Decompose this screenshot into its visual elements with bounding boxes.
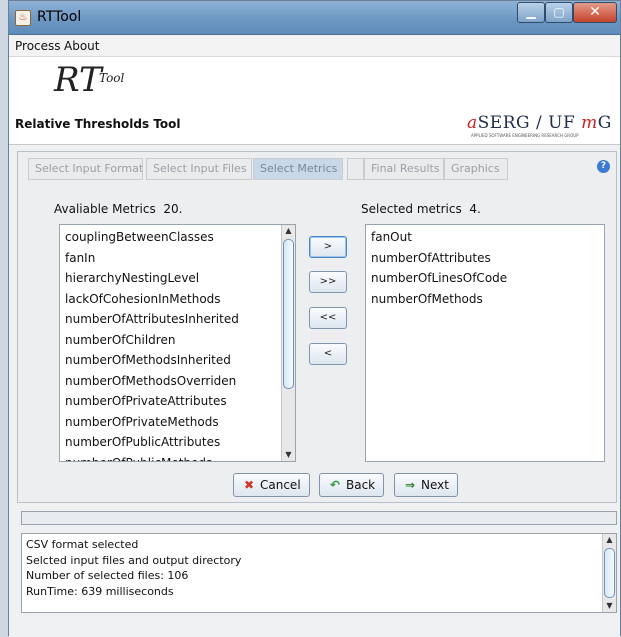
tab-blank[interactable]	[347, 158, 364, 180]
menu-process[interactable]: Process	[15, 39, 61, 53]
rttool-logo: RT	[54, 60, 102, 100]
list-item[interactable]: numberOfPrivateAttributes	[60, 391, 281, 412]
cancel-label: Cancel	[260, 478, 301, 492]
available-metrics-label: Avaliable Metrics 20.	[54, 202, 182, 216]
available-scrollbar[interactable]: ▲ ▼	[281, 225, 295, 461]
tab-final-results[interactable]: Final Results	[364, 158, 444, 180]
cancel-button[interactable]: ✖ Cancel	[233, 473, 310, 497]
next-button[interactable]: ⇒ Next	[394, 473, 458, 497]
scroll-down-arrow-icon[interactable]: ▼	[603, 600, 616, 612]
scroll-thumb[interactable]	[283, 239, 294, 389]
scroll-up-arrow-icon[interactable]: ▲	[603, 534, 616, 546]
tab-select-input-format[interactable]: Select Input Format	[28, 158, 143, 180]
help-icon[interactable]: ?	[597, 160, 610, 173]
wizard-panel: Select Input Format Select Input Files S…	[17, 151, 617, 503]
list-item[interactable]: numberOfMethodsOverriden	[60, 371, 281, 392]
list-item[interactable]: fanOut	[366, 227, 604, 248]
scroll-down-arrow-icon[interactable]: ▼	[282, 449, 295, 461]
list-item[interactable]: lackOfCohesionInMethods	[60, 289, 281, 310]
list-item[interactable]: numberOfAttributes	[366, 248, 604, 269]
next-label: Next	[421, 478, 449, 492]
rttool-logo-sub: Tool	[99, 71, 125, 85]
remove-metric-button[interactable]: <	[309, 343, 347, 365]
aserg-m: m	[581, 113, 598, 133]
selected-metrics-label: Selected metrics 4.	[361, 202, 481, 216]
available-count: 20.	[163, 202, 183, 216]
menu-about[interactable]: About	[64, 39, 99, 53]
selected-count: 4.	[469, 202, 481, 216]
list-item[interactable]: fanIn	[60, 248, 281, 269]
aserg-tagline: APPLIED SOFTWARE ENGINEERING RESEARCH GR…	[471, 133, 579, 138]
list-item[interactable]: numberOfLinesOfCode	[366, 268, 604, 289]
aserg-a: a	[467, 113, 478, 133]
add-metric-button[interactable]: >	[309, 236, 347, 258]
aserg-main: SERG / UF	[477, 113, 576, 133]
available-metrics-list[interactable]: couplingBetweenClasses fanIn hierarchyNe…	[59, 224, 296, 462]
log-line: Selcted input files and output directory	[26, 553, 242, 567]
selected-metrics-list[interactable]: fanOut numberOfAttributes numberOfLinesO…	[365, 224, 605, 462]
list-item[interactable]: numberOfMethods	[366, 289, 604, 310]
status-bar	[9, 623, 620, 637]
app-subtitle: Relative Thresholds Tool	[15, 117, 181, 131]
list-item[interactable]: numberOfMethodsInherited	[60, 350, 281, 371]
log-line: RunTime: 639 milliseconds	[26, 584, 174, 598]
red-x-icon: ✖	[243, 478, 255, 492]
log-line: Number of selected files: 106	[26, 569, 189, 582]
selected-list-rows: fanOut numberOfAttributes numberOfLinesO…	[366, 227, 604, 309]
list-item[interactable]: numberOfPrivateMethods	[60, 412, 281, 433]
log-panel[interactable]: CSV format selected Selcted input files …	[21, 533, 617, 613]
log-line: CSV format selected	[26, 538, 139, 551]
list-item[interactable]: numberOfAttributesInherited	[60, 309, 281, 330]
tab-select-input-files[interactable]: Select Input Files	[146, 158, 252, 180]
tab-graphics[interactable]: Graphics	[444, 158, 508, 180]
minimize-button[interactable]: ▁	[517, 2, 545, 23]
list-item[interactable]: numberOfPublicAttributes	[60, 432, 281, 453]
list-item[interactable]: numberOfPublicMethods	[60, 453, 281, 462]
tab-select-metrics[interactable]: Select Metrics	[253, 158, 343, 180]
scroll-thumb[interactable]	[604, 548, 615, 598]
app-window: ♨ RTTool ▁ ▢ ✕ Process About RT Tool Rel…	[8, 0, 621, 637]
list-item[interactable]: numberOfChildren	[60, 330, 281, 351]
java-cup-icon: ♨	[15, 10, 31, 26]
back-button[interactable]: ↶ Back	[319, 473, 385, 497]
maximize-button[interactable]: ▢	[545, 2, 573, 23]
available-label-text: Avaliable Metrics	[54, 202, 156, 216]
header-banner: RT Tool Relative Thresholds Tool aSERG /…	[9, 57, 620, 145]
window-title: RTTool	[37, 9, 82, 25]
aserg-ufmg-logo: aSERG / UF mG	[467, 113, 612, 133]
close-button[interactable]: ✕	[573, 2, 617, 23]
remove-all-metrics-button[interactable]: <<	[309, 307, 347, 329]
add-all-metrics-button[interactable]: >>	[309, 271, 347, 293]
back-label: Back	[346, 478, 376, 492]
aserg-g: G	[597, 113, 612, 133]
scroll-up-arrow-icon[interactable]: ▲	[282, 225, 295, 237]
log-scrollbar[interactable]: ▲ ▼	[602, 534, 616, 612]
log-lines: CSV format selected Selcted input files …	[22, 537, 602, 599]
progress-bar	[21, 511, 617, 525]
list-item[interactable]: hierarchyNestingLevel	[60, 268, 281, 289]
available-list-rows: couplingBetweenClasses fanIn hierarchyNe…	[60, 227, 281, 462]
green-back-arrow-icon: ↶	[329, 478, 341, 492]
list-item[interactable]: couplingBetweenClasses	[60, 227, 281, 248]
right-arrow-icon: ⇒	[404, 478, 416, 492]
selected-label-text: Selected metrics	[361, 202, 462, 216]
menu-bar: Process About	[9, 35, 620, 57]
title-bar[interactable]: ♨ RTTool ▁ ▢ ✕	[9, 1, 620, 35]
